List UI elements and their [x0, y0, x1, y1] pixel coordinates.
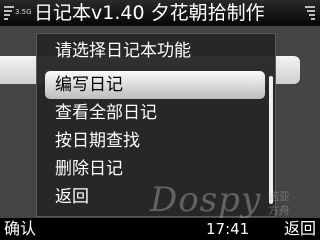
popup-heading: 请选择日记本功能: [55, 41, 191, 61]
menu-item-search-by-date[interactable]: 按日期查找: [45, 127, 265, 155]
app-title: 日记本v1.40 夕花朝拾制作: [34, 2, 265, 24]
title-bar: 3.5G 日记本v1.40 夕花朝拾制作: [0, 0, 320, 26]
menu-item-write-diary[interactable]: 编写日记: [45, 71, 265, 99]
menu-item-view-all-diaries[interactable]: 查看全部日记: [45, 99, 265, 127]
network-type-label: 3.5G: [15, 8, 32, 16]
watermark-logo: Dospy: [150, 180, 262, 220]
menu-scrollbar[interactable]: [269, 76, 273, 204]
menu-item-delete-diary[interactable]: 删除日记: [45, 155, 265, 183]
battery-level-icon: [303, 2, 317, 24]
signal-strength-icon: [2, 2, 16, 24]
clock: 17:41: [206, 220, 250, 238]
right-softkey-back[interactable]: 返回: [284, 218, 316, 240]
scrollbar-thumb[interactable]: [269, 76, 273, 204]
watermark-chinese: 诺亚方舟: [268, 190, 290, 217]
left-softkey-confirm[interactable]: 确认: [4, 218, 36, 240]
softkey-bar: 确认 17:41 返回: [0, 218, 320, 240]
